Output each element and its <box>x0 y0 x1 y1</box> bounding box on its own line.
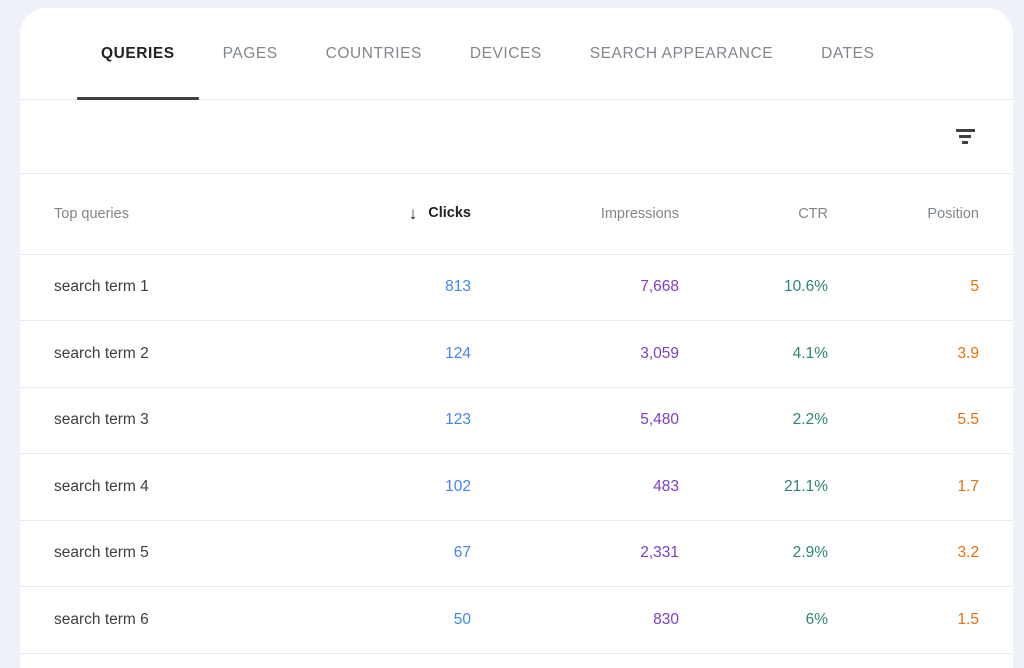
column-header-label: Top queries <box>54 205 129 222</box>
cell-term[interactable]: search term 1 <box>20 254 315 321</box>
cell-term[interactable]: search term 3 <box>20 387 315 454</box>
cell-ctr: 2.9% <box>792 544 828 562</box>
cell-ctr: 4.1% <box>792 344 828 362</box>
cell-term[interactable]: search term 2 <box>20 321 315 388</box>
cell-impressions: 483 <box>653 477 679 495</box>
table-row[interactable]: search term 2 124 3,059 4.1% 3.9 <box>20 321 1013 388</box>
tab-dates[interactable]: DATES <box>797 8 898 100</box>
table-row[interactable]: search term 5 67 2,331 2.9% 3.2 <box>20 520 1013 587</box>
cell-clicks: 124 <box>445 344 471 362</box>
table-row[interactable]: search term 4 102 483 21.1% 1.7 <box>20 454 1013 521</box>
sort-descending-arrow-icon: ↓ <box>408 203 418 223</box>
table-row[interactable]: search term 3 123 5,480 2.2% 5.5 <box>20 387 1013 454</box>
column-header-label: CTR <box>798 205 828 222</box>
table-row[interactable]: search term 1 813 7,668 10.6% 5 <box>20 254 1013 321</box>
cell-ctr: 6% <box>805 610 828 628</box>
column-header-clicks[interactable]: ↓ Clicks <box>315 174 510 255</box>
tab-search-appearance[interactable]: SEARCH APPEARANCE <box>566 8 797 100</box>
search-performance-card: QUERIES PAGES COUNTRIES DEVICES SEARCH APPEA… <box>20 8 1013 668</box>
filter-icon <box>955 129 975 144</box>
cell-ctr: 21.1% <box>784 477 828 495</box>
cell-position: 5.5 <box>957 411 979 429</box>
tab-queries[interactable]: QUERIES <box>77 8 199 100</box>
cell-clicks: 50 <box>453 610 471 628</box>
table-body: search term 1 813 7,668 10.6% 5 search term 2… <box>20 254 1013 653</box>
cell-term[interactable]: search term 6 <box>20 587 315 654</box>
cell-position: 3.2 <box>957 544 979 562</box>
table-toolbar <box>20 100 1013 174</box>
tab-devices[interactable]: DEVICES <box>446 8 566 100</box>
table-row[interactable]: search term 6 50 830 6% 1.5 <box>20 587 1013 654</box>
tab-pages[interactable]: PAGES <box>199 8 302 100</box>
performance-table: Top queries ↓ Clicks Impressions CTR Position… <box>20 174 1013 654</box>
filter-button[interactable] <box>945 117 985 157</box>
cell-clicks: 123 <box>445 411 471 429</box>
cell-clicks: 67 <box>453 544 471 562</box>
cell-position: 5 <box>970 278 979 296</box>
cell-impressions: 830 <box>653 610 679 628</box>
cell-ctr: 10.6% <box>784 278 828 296</box>
cell-term[interactable]: search term 4 <box>20 454 315 521</box>
cell-impressions: 2,331 <box>640 544 679 562</box>
table-header-row: Top queries ↓ Clicks Impressions CTR Position <box>20 174 1013 255</box>
cell-term[interactable]: search term 5 <box>20 520 315 587</box>
cell-impressions: 5,480 <box>640 411 679 429</box>
cell-clicks: 813 <box>445 278 471 296</box>
column-header-position[interactable]: Position <box>866 174 1013 255</box>
cell-position: 3.9 <box>957 344 979 362</box>
column-header-ctr[interactable]: CTR <box>718 174 866 255</box>
cell-position: 1.7 <box>957 477 979 495</box>
cell-position: 1.5 <box>957 610 979 628</box>
tab-bar: QUERIES PAGES COUNTRIES DEVICES SEARCH APPEA… <box>20 8 1013 100</box>
tab-countries[interactable]: COUNTRIES <box>302 8 446 100</box>
column-header-label: Clicks <box>428 205 471 222</box>
cell-impressions: 3,059 <box>640 344 679 362</box>
table-head: Top queries ↓ Clicks Impressions CTR Position <box>20 174 1013 255</box>
sort-wrapper: ↓ Clicks <box>409 205 471 222</box>
column-header-term[interactable]: Top queries <box>20 174 315 255</box>
cell-clicks: 102 <box>445 477 471 495</box>
column-header-impressions[interactable]: Impressions <box>510 174 718 255</box>
cell-impressions: 7,668 <box>640 278 679 296</box>
column-header-label: Impressions <box>600 205 679 222</box>
column-header-label: Position <box>927 205 979 222</box>
cell-ctr: 2.2% <box>792 411 828 429</box>
